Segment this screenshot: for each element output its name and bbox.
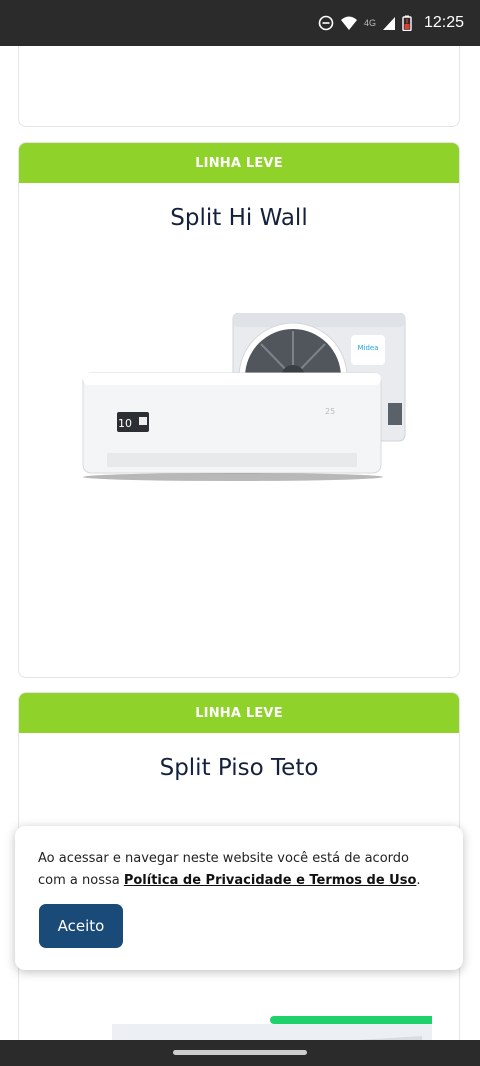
- home-gesture-handle[interactable]: [173, 1050, 307, 1055]
- cookie-consent-banner: Ao acessar e navegar neste website você …: [15, 826, 463, 970]
- status-bar: 4G 12:25: [0, 0, 480, 46]
- privacy-policy-link[interactable]: Política de Privacidade e Termos de Uso: [124, 873, 417, 888]
- card-title[interactable]: Split Hi Wall: [19, 205, 459, 231]
- battery-icon: [402, 15, 412, 31]
- cookie-text-end: .: [416, 873, 421, 888]
- accept-cookies-button[interactable]: Aceito: [39, 904, 123, 948]
- svg-text:25: 25: [325, 407, 335, 416]
- cookie-consent-text: Ao acessar e navegar neste website você …: [38, 848, 438, 892]
- network-type: 4G: [363, 18, 376, 28]
- wifi-icon: [340, 16, 357, 30]
- do-not-disturb-icon: [318, 15, 334, 31]
- svg-text:Midea: Midea: [357, 344, 378, 352]
- signal-icon: [382, 17, 395, 30]
- status-time: 12:25: [423, 14, 464, 31]
- card-category-band: LINHA LEVE: [19, 693, 459, 733]
- status-icons: 4G 12:25: [318, 0, 464, 46]
- card-title[interactable]: Split Piso Teto: [19, 755, 459, 781]
- card-category-band: LINHA LEVE: [19, 143, 459, 183]
- system-navigation-bar: [0, 1040, 480, 1066]
- product-card-previous[interactable]: [18, 46, 460, 127]
- split-hi-wall-ac-image: Midea 10 25: [82, 313, 406, 481]
- product-badge: 10: [118, 417, 132, 430]
- product-card-split-hi-wall[interactable]: LINHA LEVE Split Hi Wall Midea 10 25: [18, 142, 460, 678]
- split-piso-teto-ac-image: [112, 1016, 432, 1040]
